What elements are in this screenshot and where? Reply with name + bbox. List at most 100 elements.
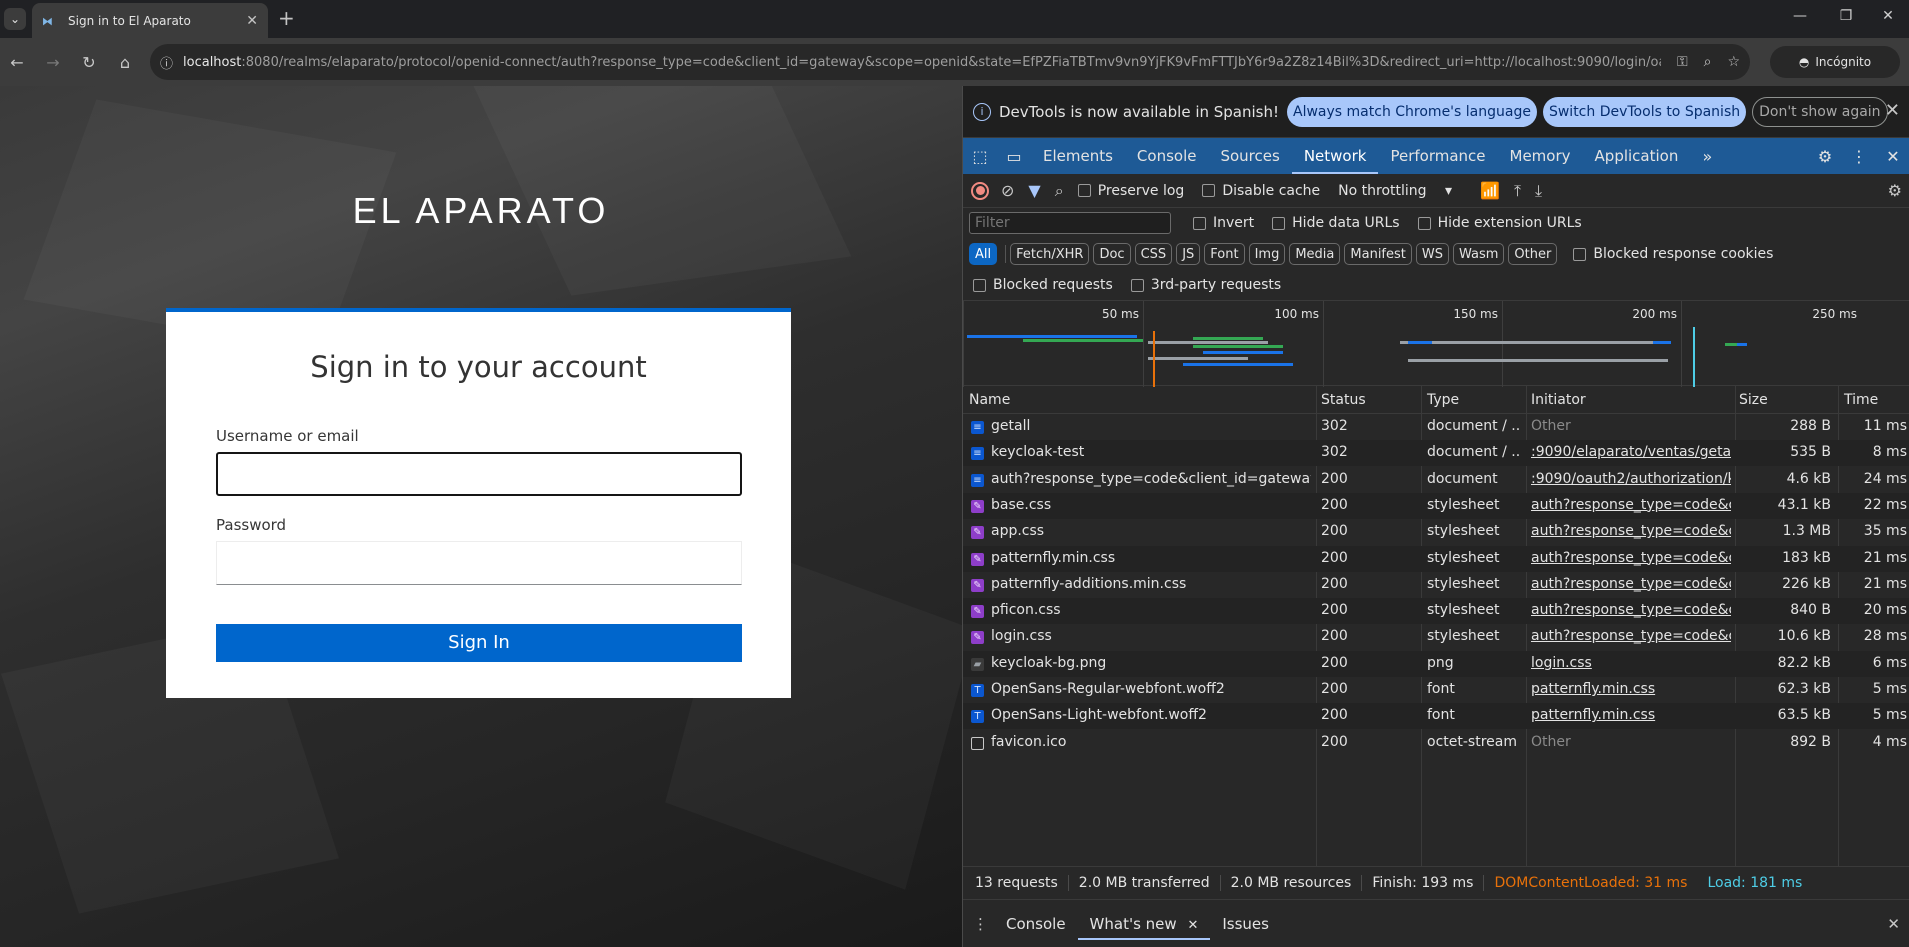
record-stop-icon[interactable] [971,181,989,200]
close-infobar-icon[interactable]: ✕ [1885,100,1900,121]
close-devtools-icon[interactable]: ✕ [1876,147,1909,166]
table-row[interactable]: ✎ login.css 200 stylesheet auth?response_typ… [963,624,1909,650]
table-row[interactable]: T OpenSans-Regular-webfont.woff2 200 font pa… [963,677,1909,703]
checkbox-box[interactable] [1417,216,1431,230]
cell-initiator[interactable]: auth?response_type=code&cli [1531,497,1731,513]
col-size[interactable]: Size [1739,392,1768,408]
checkbox-box[interactable] [1573,247,1587,261]
col-status[interactable]: Status [1321,392,1366,408]
blocked-requests-checkbox[interactable]: Blocked requests [973,277,1113,293]
password-key-icon[interactable]: ⚿ [1677,54,1688,70]
col-type[interactable]: Type [1427,392,1459,408]
dont-show-again-button[interactable]: Don't show again [1752,96,1888,127]
tab-sources[interactable]: Sources [1208,138,1291,174]
cell-initiator[interactable]: patternfly.min.css [1531,681,1731,697]
checkbox-box[interactable] [1272,216,1286,230]
table-row[interactable]: ▰ keycloak-bg.png 200 png login.css 82.2 kB 6 … [963,650,1909,677]
tab-performance[interactable]: Performance [1378,138,1497,174]
table-row[interactable]: ✎ app.css 200 stylesheet auth?response_type=… [963,519,1909,545]
cell-initiator[interactable]: auth?response_type=code&cli [1531,602,1731,618]
close-drawer-tab-icon[interactable]: ✕ [1187,918,1198,933]
tab-network[interactable]: Network [1291,138,1379,174]
drawer-tab-issues[interactable]: Issues [1210,908,1281,940]
close-drawer-icon[interactable]: ✕ [1887,915,1900,933]
third-party-checkbox[interactable]: 3rd-party requests [1130,277,1281,293]
restore-icon[interactable]: ❐ [1831,8,1861,24]
cell-initiator[interactable]: :9090/elaparato/ventas/getall [1531,444,1731,460]
zoom-icon[interactable]: ⌕ [1704,54,1712,70]
cell-initiator[interactable]: auth?response_type=code&cli [1531,523,1731,539]
network-settings-gear-icon[interactable]: ⚙ [1888,181,1902,200]
drawer-tab-console[interactable]: Console [994,908,1078,940]
cell-initiator[interactable]: auth?response_type=code&cli [1531,550,1731,566]
cell-initiator[interactable]: :9090/oauth2/authorization/ke [1531,471,1731,487]
checkbox-box[interactable] [973,278,986,292]
close-tab-icon[interactable]: ✕ [246,13,258,29]
hide-data-urls-checkbox[interactable]: Hide data URLs [1272,215,1400,231]
table-row[interactable]: T OpenSans-Light-webfont.woff2 200 font patt… [963,703,1909,730]
site-info-icon[interactable]: ⓘ [160,53,173,72]
minimize-icon[interactable]: — [1785,8,1815,24]
settings-gear-icon[interactable]: ⚙ [1808,147,1842,166]
cell-initiator[interactable]: auth?response_type=code&cli [1531,628,1731,644]
tab-memory[interactable]: Memory [1498,138,1583,174]
bookmark-star-icon[interactable]: ☆ [1727,54,1740,70]
type-wasm[interactable]: Wasm [1452,243,1505,265]
col-time[interactable]: Time [1844,392,1878,408]
password-input[interactable] [216,541,742,585]
cell-initiator[interactable]: patternfly.min.css [1531,707,1731,723]
reload-icon[interactable]: ↻ [76,49,102,75]
tab-elements[interactable]: Elements [1031,138,1125,174]
col-initiator[interactable]: Initiator [1531,392,1586,408]
table-row[interactable]: ≡ getall 302 document / ... Other 288 B 11 ms [963,414,1909,440]
type-fetch-xhr[interactable]: Fetch/XHR [1010,243,1090,265]
network-conditions-icon[interactable]: 📶 [1480,181,1500,200]
clear-icon[interactable]: ⊘ [1001,181,1014,200]
sign-in-button[interactable]: Sign In [216,624,742,662]
address-bar[interactable]: ⓘ localhost:8080/realms/elaparato/protoc… [150,44,1750,80]
invert-checkbox[interactable]: Invert [1193,215,1254,231]
blocked-cookies-checkbox[interactable]: Blocked response cookies [1573,246,1773,262]
col-name[interactable]: Name [969,392,1010,408]
forward-arrow-icon[interactable]: → [40,49,66,75]
more-tabs-icon[interactable]: » [1690,147,1724,166]
checkbox-box[interactable] [1130,278,1144,292]
type-other[interactable]: Other [1508,243,1558,265]
hide-extension-urls-checkbox[interactable]: Hide extension URLs [1417,215,1582,231]
more-options-icon[interactable]: ⋮ [1842,147,1876,166]
table-row[interactable]: ≡ auth?response_type=code&client_id=gatew… [963,467,1909,493]
table-row[interactable]: favicon.ico 200 octet-stream Other 892 B 4 ms [963,730,1909,756]
match-language-button[interactable]: Always match Chrome's language [1287,96,1537,127]
drawer-tab-whats-new[interactable]: What's new ✕ [1077,908,1211,940]
close-window-icon[interactable]: ✕ [1873,8,1903,24]
disable-cache-checkbox[interactable]: Disable cache [1202,183,1320,199]
inspect-element-icon[interactable]: ⬚ [963,147,997,166]
new-tab-plus-icon[interactable]: + [278,8,295,28]
type-img[interactable]: Img [1248,243,1286,265]
tab-console[interactable]: Console [1125,138,1209,174]
checkbox-box[interactable] [1193,216,1206,230]
table-row[interactable]: ≡ keycloak-test 302 document / ...:9090/ela… [963,440,1909,467]
cell-initiator[interactable]: login.css [1531,655,1731,671]
import-har-icon[interactable]: ⤒ [1514,181,1521,201]
table-row[interactable]: ✎ patternfly-additions.min.css 200 styleshe… [963,572,1909,598]
browser-tab[interactable]: ⧓ Sign in to El Aparato ✕ [32,3,268,38]
table-row[interactable]: ✎ base.css 200 stylesheet auth?response_type… [963,492,1909,519]
search-icon[interactable]: ⌕ [1055,181,1064,201]
type-css[interactable]: CSS [1134,243,1173,265]
type-manifest[interactable]: Manifest [1344,243,1412,265]
throttling-select[interactable]: No throttling ▾ [1338,183,1452,199]
table-row[interactable]: ✎ pficon.css 200 stylesheet auth?response_ty… [963,598,1909,625]
switch-language-button[interactable]: Switch DevTools to Spanish [1542,96,1747,127]
drawer-menu-icon[interactable]: ⋮ [973,915,988,933]
incognito-indicator[interactable]: ◓ Incógnito [1770,46,1900,78]
tab-search-chevron-icon[interactable]: ⌄ [4,8,26,30]
table-row[interactable]: ✎ patternfly.min.css 200 stylesheet auth?res… [963,545,1909,572]
home-icon[interactable]: ⌂ [112,49,138,75]
type-all[interactable]: All [969,243,998,265]
back-arrow-icon[interactable]: ← [4,49,30,75]
tab-application[interactable]: Application [1583,138,1691,174]
preserve-log-checkbox[interactable]: Preserve log [1077,183,1184,199]
type-font[interactable]: Font [1204,243,1245,265]
type-doc[interactable]: Doc [1093,243,1131,265]
